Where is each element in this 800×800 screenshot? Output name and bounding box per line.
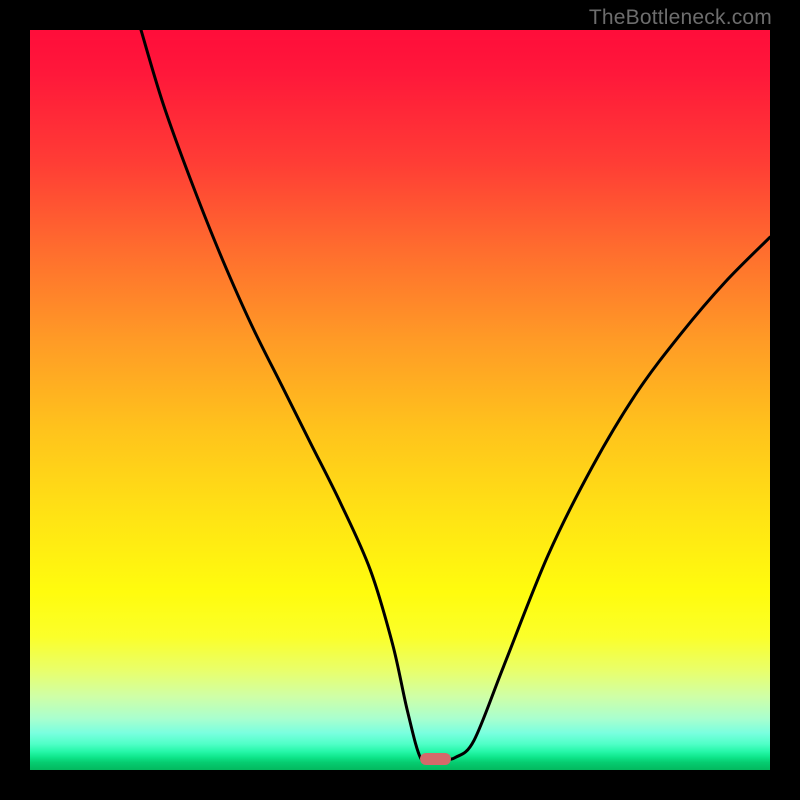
plot-area (30, 30, 770, 770)
bottleneck-curve (141, 30, 770, 762)
chart-stage: TheBottleneck.com (0, 0, 800, 800)
optimal-marker (420, 753, 451, 766)
curve-layer (30, 30, 770, 770)
watermark-text: TheBottleneck.com (589, 6, 772, 30)
